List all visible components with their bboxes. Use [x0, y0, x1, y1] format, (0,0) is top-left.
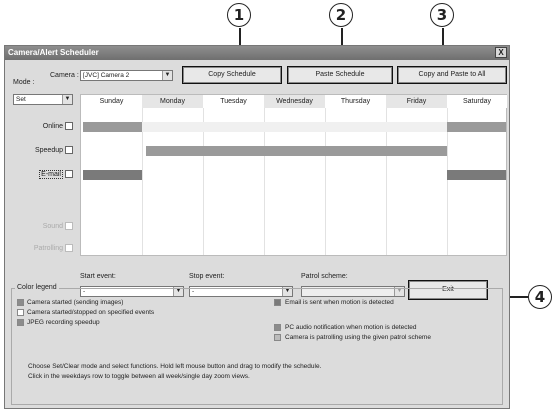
- legend-item: Camera started/stopped on specified even…: [27, 309, 155, 316]
- schedule-bar-speedup[interactable]: [146, 146, 447, 156]
- legend-swatch: [274, 334, 281, 341]
- legend-swatch: [17, 319, 24, 326]
- start-event-label: Start event:: [80, 273, 116, 280]
- schedule-bar-email-sunday[interactable]: [83, 170, 142, 180]
- patrol-scheme-label: Patrol scheme:: [301, 273, 348, 280]
- row-label: Sound: [42, 222, 63, 230]
- legend-swatch: [17, 309, 24, 316]
- day-header-monday[interactable]: Monday: [142, 95, 203, 108]
- schedule-grid[interactable]: Sunday Monday Tuesday Wednesday Thursday…: [80, 94, 507, 256]
- speedup-checkbox[interactable]: [65, 146, 73, 154]
- row-patrolling: Patrolling: [15, 244, 73, 252]
- callout-3: 3: [430, 3, 454, 27]
- row-online[interactable]: Online: [15, 122, 73, 130]
- copy-schedule-button[interactable]: Copy Schedule: [182, 66, 282, 84]
- help-text-2: Click in the weekdays row to toggle betw…: [28, 373, 250, 380]
- window-title: Camera/Alert Scheduler: [8, 48, 99, 57]
- callout-4: 4: [528, 285, 552, 309]
- scheduler-window: Camera/Alert Scheduler X Camera : [JVC] …: [4, 45, 510, 409]
- legend-item: JPEG recording speedup: [27, 319, 100, 326]
- copy-paste-all-button[interactable]: Copy and Paste to All: [397, 66, 507, 84]
- schedule-bar-email-saturday[interactable]: [447, 170, 506, 180]
- stop-event-label: Stop event:: [189, 273, 225, 280]
- email-checkbox[interactable]: [65, 170, 73, 178]
- row-label: E-mail: [39, 169, 63, 179]
- legend-item: PC audio notification when motion is det…: [285, 324, 417, 331]
- day-header-sunday[interactable]: Sunday: [81, 95, 142, 108]
- color-legend: Color legend Camera started (sending ima…: [11, 284, 503, 405]
- camera-select-value: [JVC] Camera 2: [83, 72, 130, 79]
- online-checkbox[interactable]: [65, 122, 73, 130]
- row-label: Speedup: [34, 146, 63, 154]
- row-speedup[interactable]: Speedup: [15, 146, 73, 154]
- day-header-thursday[interactable]: Thursday: [325, 95, 386, 108]
- chevron-down-icon: ▼: [62, 95, 72, 104]
- legend-title: Color legend: [15, 284, 59, 291]
- row-sound: Sound: [15, 222, 73, 230]
- legend-swatch: [274, 324, 281, 331]
- sound-checkbox: [65, 222, 73, 230]
- paste-schedule-button[interactable]: Paste Schedule: [287, 66, 393, 84]
- row-label: Patrolling: [33, 244, 63, 252]
- window-titlebar: Camera/Alert Scheduler X: [5, 46, 509, 60]
- day-header-saturday[interactable]: Saturday: [447, 95, 507, 108]
- help-text-1: Choose Set/Clear mode and select functio…: [28, 363, 322, 370]
- row-band-online: [142, 122, 447, 132]
- camera-select[interactable]: [JVC] Camera 2 ▼: [80, 70, 173, 81]
- legend-swatch: [274, 299, 281, 306]
- schedule-bar-online-saturday[interactable]: [447, 122, 506, 132]
- chevron-down-icon: ▼: [162, 71, 172, 80]
- close-button[interactable]: X: [495, 47, 507, 58]
- mode-label: Mode :: [13, 79, 35, 86]
- day-header-tuesday[interactable]: Tuesday: [203, 95, 264, 108]
- legend-swatch: [17, 299, 24, 306]
- patrolling-checkbox: [65, 244, 73, 252]
- day-header-friday[interactable]: Friday: [386, 95, 447, 108]
- mode-select[interactable]: Set ▼: [13, 94, 73, 105]
- legend-item: Email is sent when motion is detected: [285, 299, 394, 306]
- day-header-wednesday[interactable]: Wednesday: [264, 95, 325, 108]
- row-email[interactable]: E-mail: [15, 169, 73, 179]
- callout-2: 2: [329, 3, 353, 27]
- legend-item: Camera started (sending images): [27, 299, 124, 306]
- schedule-bar-online-sunday[interactable]: [83, 122, 142, 132]
- legend-item: Camera is patrolling using the given pat…: [285, 334, 431, 341]
- row-label: Online: [42, 122, 63, 130]
- mode-select-value: Set: [16, 96, 26, 103]
- callout-1: 1: [227, 3, 251, 27]
- camera-label: Camera :: [50, 72, 79, 79]
